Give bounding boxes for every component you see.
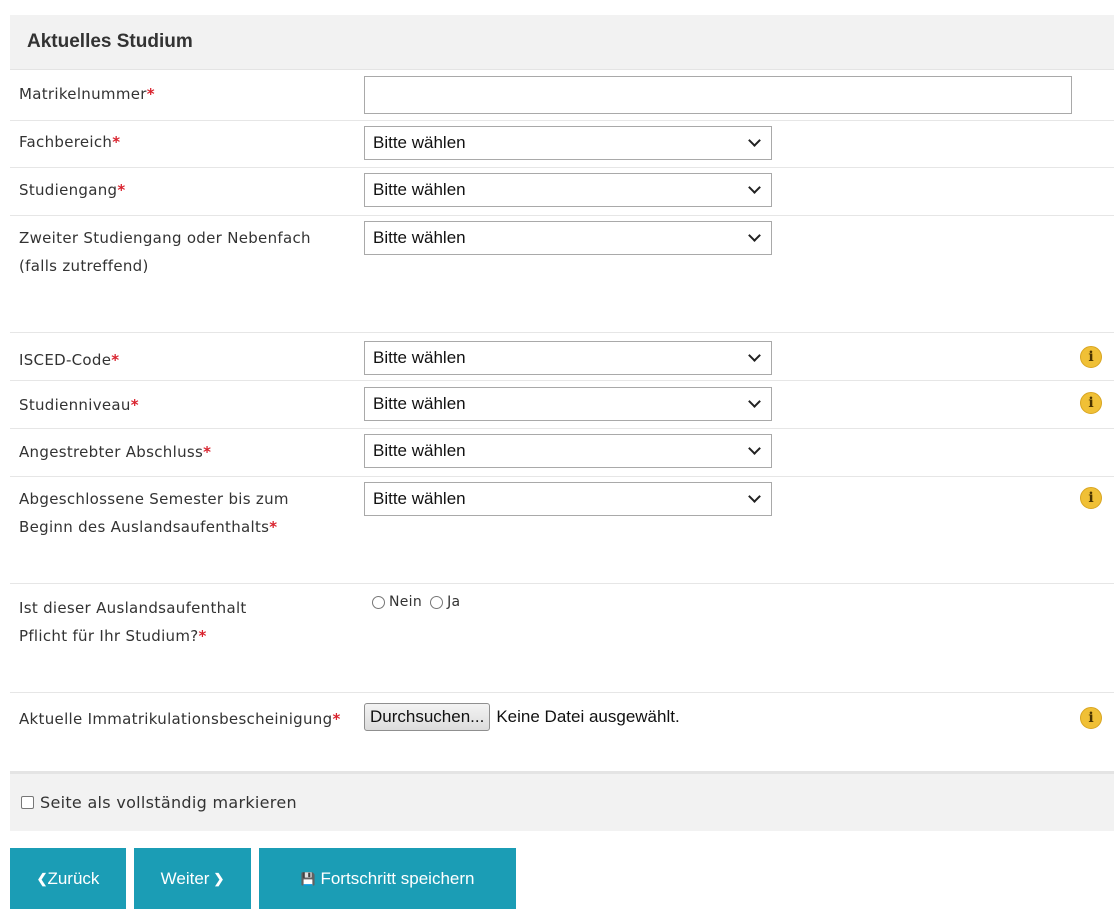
- label-pflicht: Ist dieser Auslandsaufenthalt Pflicht fü…: [19, 599, 247, 645]
- label-fachbereich: Fachbereich*: [19, 133, 121, 151]
- isced-code-select[interactable]: Bitte wählen: [364, 341, 772, 375]
- row-matrikelnummer: Matrikelnummer*: [10, 70, 1114, 121]
- label-zweiter-studiengang: Zweiter Studiengang oder Nebenfach (fall…: [19, 229, 311, 275]
- required-marker: *: [111, 351, 120, 369]
- row-abschluss: Angestrebter Abschluss* Bitte wählen: [10, 429, 1114, 477]
- required-marker: *: [269, 518, 278, 536]
- row-zweiter-studiengang: Zweiter Studiengang oder Nebenfach (fall…: [10, 216, 1114, 333]
- fachbereich-select[interactable]: Bitte wählen: [364, 126, 772, 160]
- label-abschluss: Angestrebter Abschluss*: [19, 443, 212, 461]
- save-progress-label: Fortschritt speichern: [320, 868, 475, 888]
- info-circle-icon[interactable]: i: [1080, 707, 1102, 729]
- required-marker: *: [332, 710, 341, 728]
- row-fachbereich: Fachbereich* Bitte wählen: [10, 121, 1114, 168]
- label-immatrikulation: Aktuelle Immatrikulationsbescheinigung*: [19, 710, 341, 728]
- zweiter-studiengang-select[interactable]: Bitte wählen: [364, 221, 772, 255]
- radio-nein[interactable]: [372, 595, 385, 609]
- label-matrikelnummer: Matrikelnummer*: [19, 85, 155, 103]
- back-button[interactable]: ❮ Zurück: [10, 848, 126, 909]
- next-button-label: Weiter: [160, 868, 210, 888]
- label-semester: Abgeschlossene Semester bis zum Beginn d…: [19, 490, 289, 536]
- info-circle-icon[interactable]: i: [1080, 346, 1102, 368]
- chevron-down-icon: [748, 229, 761, 242]
- next-button[interactable]: Weiter ❯: [134, 848, 251, 909]
- section-title: Aktuelles Studium: [10, 15, 1114, 70]
- studiengang-select[interactable]: Bitte wählen: [364, 173, 772, 207]
- label-studiengang: Studiengang*: [19, 181, 126, 199]
- radio-ja[interactable]: [430, 595, 444, 609]
- browse-button[interactable]: Durchsuchen...: [364, 703, 491, 731]
- current-studies-panel: Aktuelles Studium Matrikelnummer* Fachbe…: [10, 15, 1114, 772]
- chevron-down-icon: [748, 442, 761, 455]
- save-progress-button[interactable]: 💾 Fortschritt speichern: [259, 848, 516, 909]
- mark-complete-checkbox[interactable]: [21, 796, 34, 809]
- file-status: Keine Datei ausgewählt.: [496, 707, 680, 726]
- required-marker: *: [146, 85, 155, 103]
- radio-ja-label[interactable]: Ja: [447, 594, 460, 610]
- chevron-down-icon: [748, 181, 761, 194]
- info-circle-icon[interactable]: i: [1080, 392, 1102, 414]
- chevron-down-icon: [748, 349, 761, 362]
- radio-nein-label[interactable]: Nein: [389, 594, 422, 610]
- abschluss-select[interactable]: Bitte wählen: [364, 434, 772, 468]
- semester-select[interactable]: Bitte wählen: [364, 482, 772, 516]
- row-immatrikulation: Aktuelle Immatrikulationsbescheinigung* …: [10, 693, 1114, 772]
- back-button-label: Zurück: [47, 868, 100, 888]
- row-pflicht: Ist dieser Auslandsaufenthalt Pflicht fü…: [10, 584, 1114, 693]
- chevron-left-icon: ❮: [36, 870, 48, 886]
- row-studienniveau: Studienniveau* Bitte wählen i: [10, 381, 1114, 429]
- row-isced-code: ISCED-Code* Bitte wählen i: [10, 333, 1114, 381]
- chevron-down-icon: [748, 395, 761, 408]
- file-upload: Durchsuchen... Keine Datei ausgewählt.: [364, 703, 680, 731]
- required-marker: *: [198, 627, 207, 645]
- matrikelnummer-input[interactable]: [364, 76, 1072, 114]
- required-marker: *: [112, 133, 121, 151]
- required-marker: *: [203, 443, 212, 461]
- chevron-down-icon: [748, 490, 761, 503]
- mark-complete-bar: Seite als vollständig markieren: [10, 771, 1114, 831]
- info-circle-icon[interactable]: i: [1080, 487, 1102, 509]
- floppy-disk-icon: 💾: [300, 871, 316, 886]
- studienniveau-select[interactable]: Bitte wählen: [364, 387, 772, 421]
- required-marker: *: [130, 396, 139, 414]
- chevron-down-icon: [748, 134, 761, 147]
- required-marker: *: [117, 181, 126, 199]
- row-semester: Abgeschlossene Semester bis zum Beginn d…: [10, 477, 1114, 584]
- chevron-right-icon: ❯: [213, 870, 225, 886]
- mark-complete-label[interactable]: Seite als vollständig markieren: [40, 793, 297, 812]
- label-isced-code: ISCED-Code*: [19, 351, 120, 369]
- row-studiengang: Studiengang* Bitte wählen: [10, 168, 1114, 216]
- pflicht-radio-group: Nein Ja: [372, 594, 468, 610]
- label-studienniveau: Studienniveau*: [19, 396, 139, 414]
